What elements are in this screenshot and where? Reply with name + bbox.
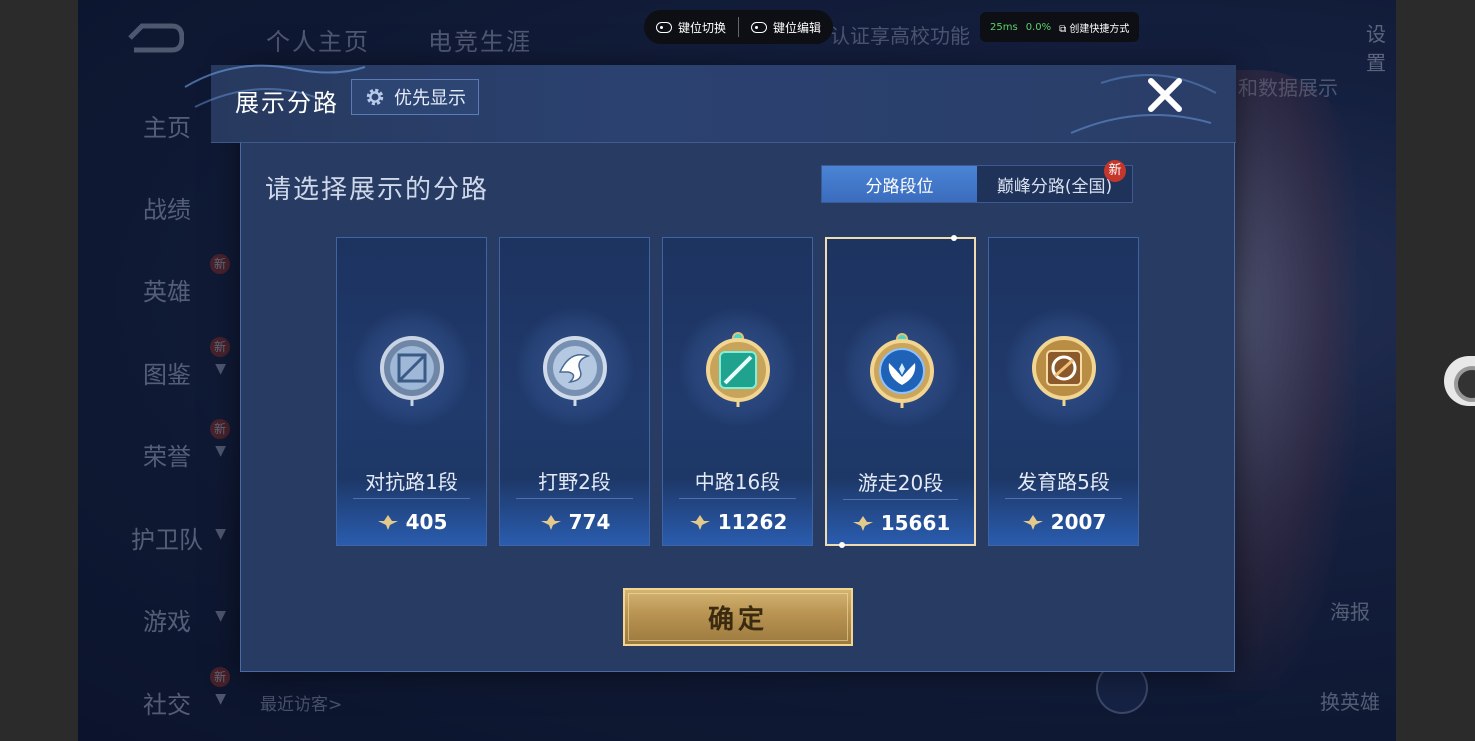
emulator-frame: 个人主页 电竞生涯 认证享高校功能 和数据展示 设置 ▼ 主页战绩英雄新图鉴▼新… bbox=[0, 0, 1475, 741]
priority-display-button[interactable]: 优先显示 bbox=[351, 79, 479, 115]
create-shortcut-label: 创建快捷方式 bbox=[1069, 23, 1130, 35]
dialog-header: 展示分路 优先显示 bbox=[184, 64, 1236, 143]
keymap-toolbar: 键位切换 键位编辑 bbox=[644, 10, 834, 44]
lane-card-score-value: 405 bbox=[405, 510, 448, 534]
lane-card-jungle[interactable]: 打野2段 774 bbox=[499, 237, 650, 546]
combat-power-icon bbox=[540, 515, 561, 530]
lane-card-roam[interactable]: 游走20段 15661 bbox=[825, 235, 976, 548]
combat-power-icon bbox=[852, 516, 873, 531]
lane-card-name: 中路16段 bbox=[694, 470, 781, 494]
packet-loss-value: 0.0% bbox=[1025, 21, 1052, 33]
card-divider bbox=[516, 498, 633, 499]
keymap-edit-button[interactable]: 键位编辑 bbox=[739, 19, 833, 36]
combat-power-icon bbox=[1022, 515, 1043, 530]
card-divider bbox=[353, 498, 470, 499]
tab-lane-rank[interactable]: 分路段位 bbox=[822, 166, 977, 202]
keymap-edit-label: 键位编辑 bbox=[773, 20, 822, 35]
lane-card-top[interactable]: 对抗路1段 405 bbox=[336, 237, 487, 546]
card-divider bbox=[843, 499, 958, 500]
lane-card-mid[interactable]: 中路16段 11262 bbox=[662, 237, 813, 546]
create-shortcut-button[interactable]: ⧉ 创建快捷方式 bbox=[1059, 20, 1129, 35]
lane-card-name: 打野2段 bbox=[538, 470, 611, 494]
selection-dot bbox=[951, 235, 957, 241]
lane-card-score-value: 2007 bbox=[1050, 510, 1107, 534]
lane-card-score-value: 774 bbox=[568, 510, 611, 534]
dragon-emblem-icon bbox=[543, 336, 607, 406]
lane-card-score-value: 11262 bbox=[717, 510, 788, 534]
lane-card-bottom[interactable]: 发育路5段 2007 bbox=[988, 237, 1139, 546]
close-icon[interactable] bbox=[1141, 71, 1189, 119]
mid-lane-emblem-icon bbox=[706, 332, 770, 407]
gamepad-icon bbox=[751, 21, 768, 33]
confirm-button[interactable]: 确定 bbox=[623, 588, 853, 646]
marksman-emblem-icon bbox=[1032, 336, 1096, 406]
lane-card-score: 405 bbox=[337, 510, 486, 534]
lane-card-name: 对抗路1段 bbox=[365, 470, 458, 494]
gear-icon bbox=[366, 88, 384, 106]
network-status-bar: 25ms 0.0% ⧉ 创建快捷方式 bbox=[980, 12, 1140, 42]
keymap-switch-button[interactable]: 键位切换 bbox=[644, 19, 738, 36]
lane-mode-tabs: 分路段位 巅峰分路(全国) 新 bbox=[821, 160, 1133, 203]
lane-card-score-value: 15661 bbox=[880, 511, 951, 535]
lane-card-score: 2007 bbox=[989, 510, 1138, 534]
new-badge: 新 bbox=[1104, 160, 1126, 182]
wing-emblem-icon bbox=[870, 333, 934, 408]
dialog-subtitle: 请选择展示的分路 bbox=[265, 175, 490, 205]
tab-lane-rank-label: 分路段位 bbox=[865, 176, 934, 197]
tab-peak-lane[interactable]: 巅峰分路(全国) 新 bbox=[977, 160, 1132, 202]
priority-display-label: 优先显示 bbox=[394, 88, 466, 109]
sword-shield-emblem-icon bbox=[380, 336, 444, 406]
lane-display-dialog: 展示分路 优先显示 请选择展示的分路 分路段位 巅峰分路(全国) 新 对抗路1段… bbox=[184, 64, 1236, 672]
lane-card-name: 发育路5段 bbox=[1017, 470, 1110, 494]
lane-card-name: 游走20段 bbox=[857, 471, 944, 495]
combat-power-icon bbox=[689, 515, 710, 530]
lane-card-score: 15661 bbox=[827, 511, 974, 535]
card-divider bbox=[679, 498, 796, 499]
game-screen: 个人主页 电竞生涯 认证享高校功能 和数据展示 设置 ▼ 主页战绩英雄新图鉴▼新… bbox=[78, 0, 1396, 741]
card-divider bbox=[1005, 498, 1122, 499]
combat-power-icon bbox=[377, 515, 398, 530]
gamepad-icon bbox=[656, 21, 672, 33]
lane-card-list: 对抗路1段 405 打野2段 774 中路16段 11262 游走20段 156… bbox=[336, 235, 1139, 548]
confirm-label: 确定 bbox=[707, 604, 768, 635]
selection-dot bbox=[839, 542, 845, 548]
tab-peak-lane-label: 巅峰分路(全国) bbox=[996, 176, 1113, 197]
lane-card-score: 11262 bbox=[663, 510, 812, 534]
lane-card-score: 774 bbox=[500, 510, 649, 534]
dialog-title: 展示分路 bbox=[235, 89, 339, 117]
side-handle-icon[interactable] bbox=[1444, 356, 1475, 406]
ping-value: 25ms bbox=[990, 21, 1018, 33]
keymap-switch-label: 键位切换 bbox=[678, 20, 727, 35]
